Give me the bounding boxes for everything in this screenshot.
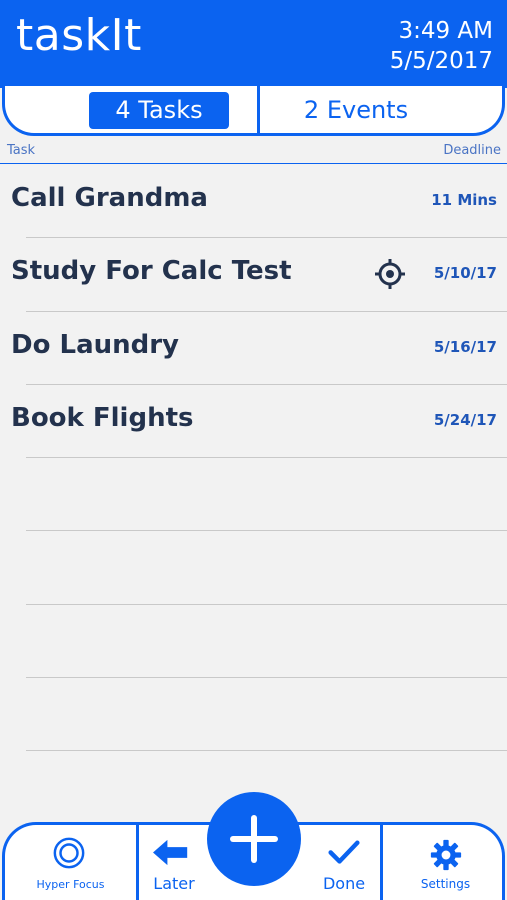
task-row[interactable]: Call Grandma 11 Mins [0, 165, 507, 239]
current-time: 3:49 AM [398, 18, 493, 44]
deadline-column-label: Deadline [443, 143, 501, 158]
task-row[interactable]: Do Laundry 5/16/17 [0, 312, 507, 385]
task-title: Study For Calc Test [11, 256, 292, 287]
task-deadline: 5/24/17 [433, 410, 497, 429]
hyper-focus-button[interactable]: Hyper Focus [5, 825, 136, 900]
task-row[interactable]: Book Flights 5/24/17 [0, 385, 507, 459]
column-header: Task Deadline [0, 140, 507, 164]
task-deadline: 5/10/17 [433, 264, 497, 283]
gear-icon [430, 839, 462, 871]
task-title: Call Grandma [11, 183, 208, 213]
hyper-focus-label: Hyper Focus [36, 878, 105, 891]
task-list: Call Grandma 11 Mins Study For Calc Test… [0, 165, 507, 752]
empty-row [0, 605, 507, 679]
empty-row [0, 678, 507, 752]
hyper-focus-icon [53, 837, 85, 869]
settings-button[interactable]: Settings [383, 825, 507, 900]
task-deadline: 5/16/17 [433, 337, 497, 356]
clock: 3:49 AM 5/5/2017 [390, 16, 493, 76]
crosshair-icon[interactable] [374, 258, 406, 290]
row-separator [26, 750, 507, 752]
current-date: 5/5/2017 [389, 48, 493, 74]
task-row[interactable]: Study For Calc Test 5/10/17 [0, 238, 507, 312]
plus-icon [230, 815, 278, 863]
add-task-button[interactable] [207, 792, 301, 886]
task-title: Do Laundry [11, 329, 180, 360]
checkmark-icon [328, 840, 360, 864]
tab-tasks[interactable]: 4 Tasks [89, 92, 229, 129]
done-button[interactable]: Done [308, 825, 380, 900]
empty-row [0, 458, 507, 532]
task-title: Book Flights [11, 402, 194, 433]
app-logo: taskIt [16, 10, 142, 61]
task-column-label: Task [7, 143, 36, 158]
settings-label: Settings [420, 877, 471, 891]
arrow-left-icon [153, 839, 188, 866]
empty-row [0, 531, 507, 605]
later-button[interactable]: Later [139, 825, 209, 900]
app-header: taskIt 3:49 AM 5/5/2017 [0, 0, 507, 88]
segmented-control: 4 Tasks 2 Events [2, 86, 505, 136]
tab-events[interactable]: 2 Events [263, 92, 449, 129]
done-label: Done [322, 874, 366, 893]
task-deadline: 11 Mins [431, 191, 497, 209]
segment-divider [257, 86, 260, 133]
later-label: Later [153, 874, 195, 893]
